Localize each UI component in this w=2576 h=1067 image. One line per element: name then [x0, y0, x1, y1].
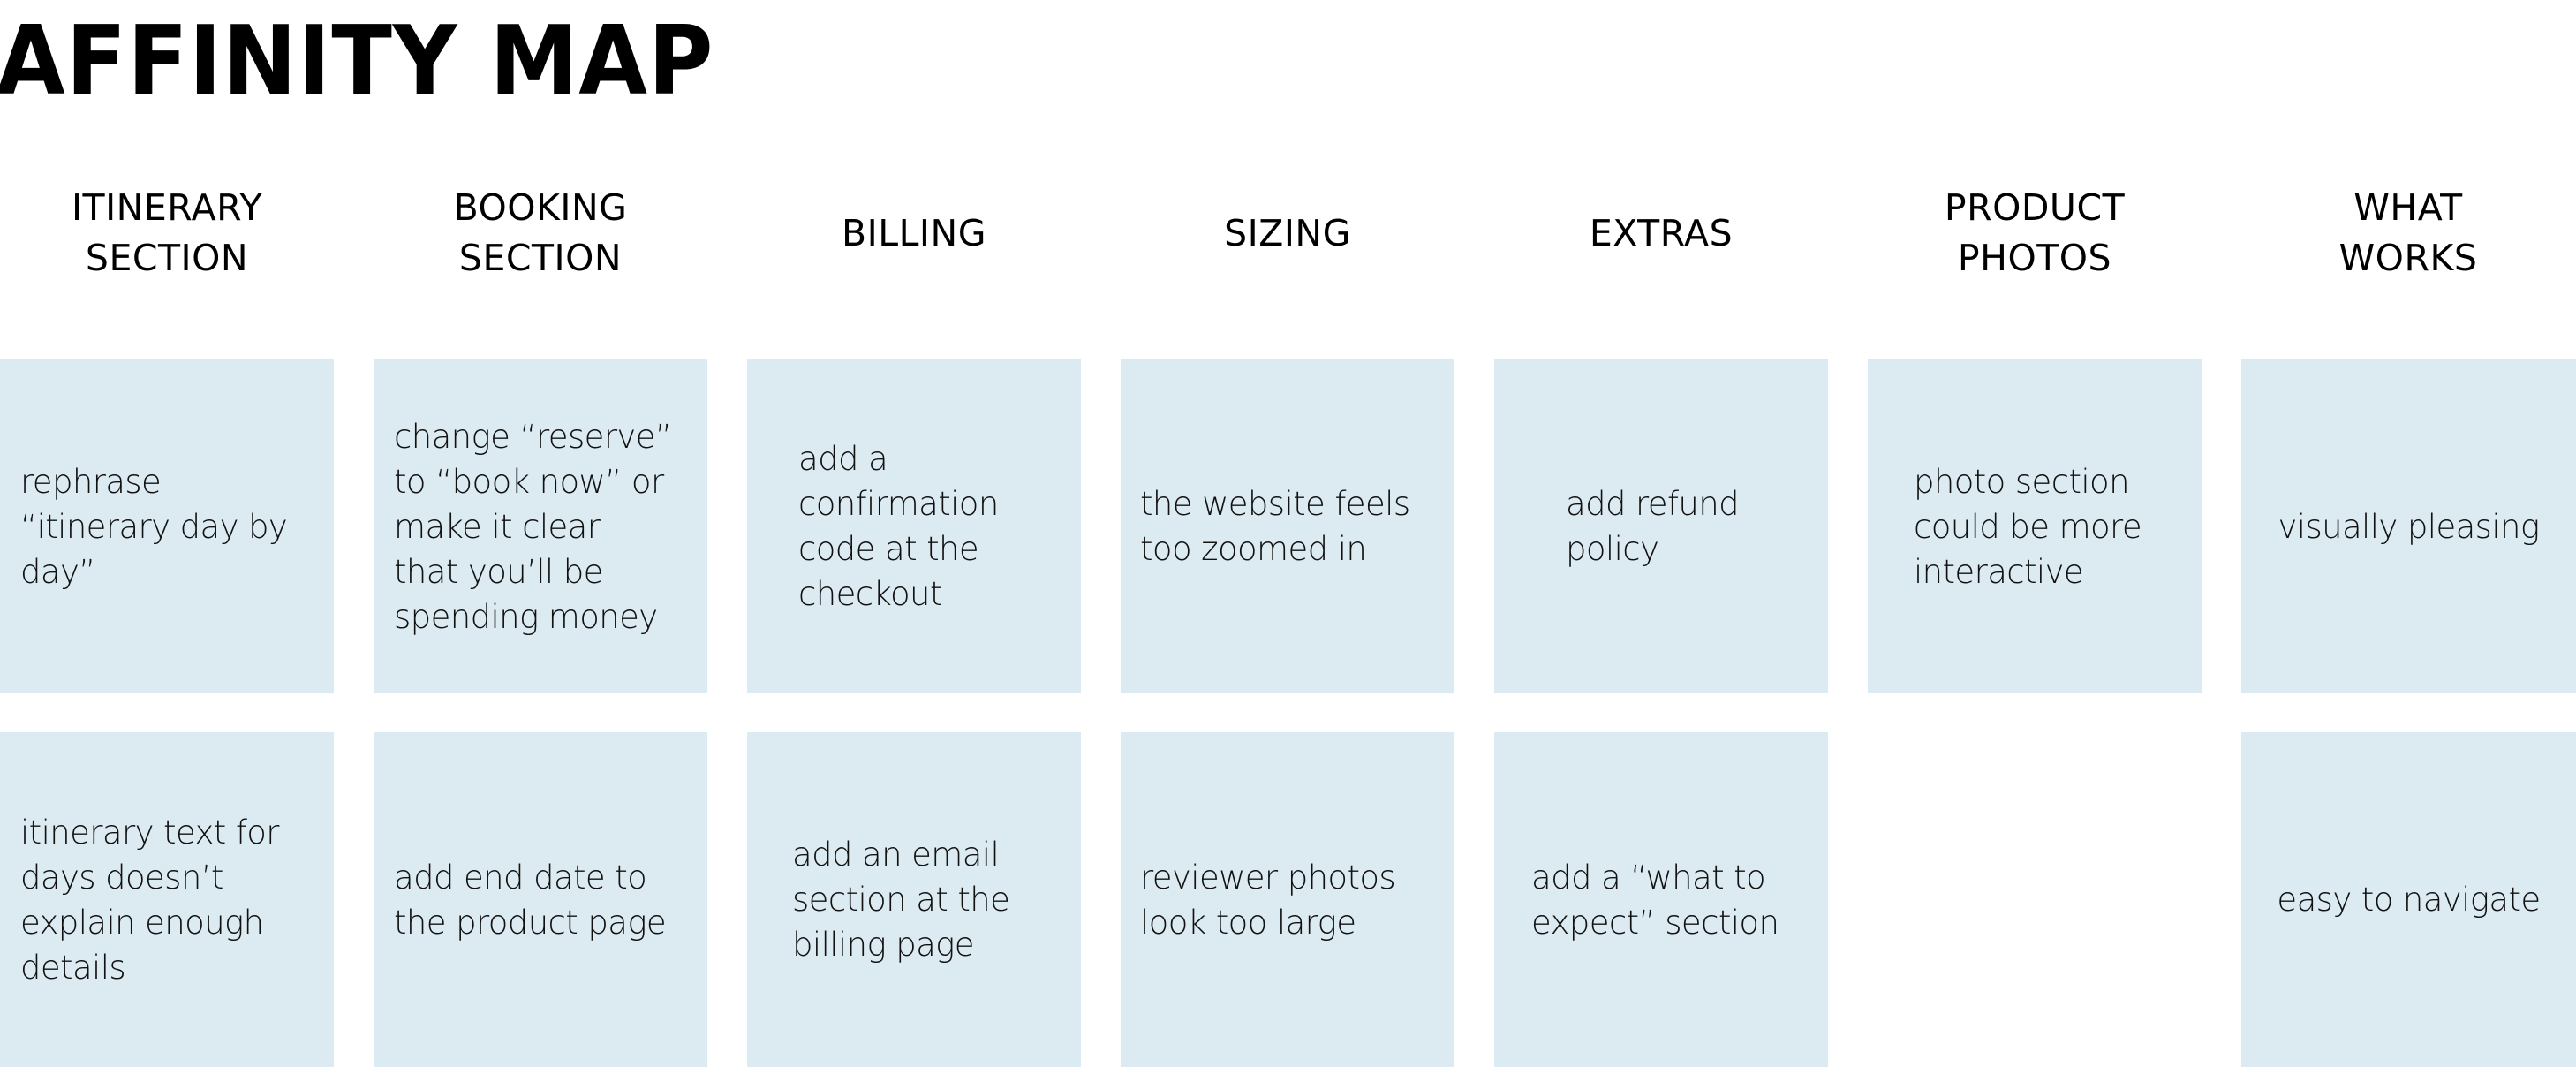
- column-header-label: ITINERARY SECTION: [71, 186, 263, 279]
- sticky-note-text: add end date to the product page: [394, 858, 667, 942]
- column-header-billing: BILLING: [747, 182, 1081, 284]
- sticky-note[interactable]: add a confirmation code at the checkout: [747, 359, 1081, 693]
- column-header-label: BOOKING SECTION: [453, 186, 628, 279]
- column-header-label: BILLING: [842, 211, 986, 254]
- column-header-what-works: WHAT WORKS: [2241, 182, 2575, 284]
- sticky-note-text: add an email section at the billing page: [792, 836, 1010, 964]
- sticky-note[interactable]: visually pleasing: [2241, 359, 2576, 693]
- column-header-label: WHAT WORKS: [2338, 186, 2478, 279]
- column-header-product-photos: PRODUCT PHOTOS: [1868, 182, 2202, 284]
- column-header-label: SIZING: [1224, 211, 1351, 254]
- sticky-note[interactable]: change “reserve” to “book now” or make i…: [374, 359, 707, 693]
- page-title: AFFINITY MAP: [0, 6, 714, 117]
- sticky-note[interactable]: add refund policy: [1494, 359, 1828, 693]
- sticky-note[interactable]: add an email section at the billing page: [747, 732, 1081, 1067]
- sticky-note-text: rephrase “itinerary day by day”: [20, 462, 288, 591]
- sticky-note-text: visually pleasing: [2278, 507, 2540, 546]
- column-header-label: EXTRAS: [1589, 211, 1734, 254]
- sticky-note[interactable]: reviewer photos look too large: [1121, 732, 1454, 1067]
- sticky-note-text: change “reserve” to “book now” or make i…: [394, 417, 672, 636]
- sticky-note-text: add a confirmation code at the checkout: [798, 440, 999, 613]
- column-header-extras: EXTRAS: [1494, 182, 1828, 284]
- sticky-note-text: itinerary text for days doesn’t explain …: [20, 813, 280, 987]
- sticky-note[interactable]: easy to navigate: [2241, 732, 2576, 1067]
- column-header-sizing: SIZING: [1121, 182, 1454, 284]
- sticky-note-text: add a “what to expect” section: [1531, 858, 1779, 942]
- sticky-note[interactable]: add a “what to expect” section: [1494, 732, 1828, 1067]
- sticky-note-text: easy to navigate: [2277, 881, 2541, 919]
- sticky-note[interactable]: rephrase “itinerary day by day”: [0, 359, 334, 693]
- sticky-note[interactable]: add end date to the product page: [374, 732, 707, 1067]
- sticky-note-text: reviewer photos look too large: [1140, 858, 1396, 942]
- column-header-label: PRODUCT PHOTOS: [1944, 186, 2126, 279]
- sticky-note-text: the website feels too zoomed in: [1140, 485, 1410, 568]
- sticky-note[interactable]: itinerary text for days doesn’t explain …: [0, 732, 334, 1067]
- sticky-note[interactable]: the website feels too zoomed in: [1121, 359, 1454, 693]
- column-header-booking-section: BOOKING SECTION: [374, 182, 707, 284]
- column-header-itinerary-section: ITINERARY SECTION: [0, 182, 334, 284]
- sticky-note-text: add refund policy: [1566, 485, 1740, 568]
- sticky-note-text: photo section could be more interactive: [1914, 462, 2142, 591]
- sticky-note[interactable]: photo section could be more interactive: [1868, 359, 2202, 693]
